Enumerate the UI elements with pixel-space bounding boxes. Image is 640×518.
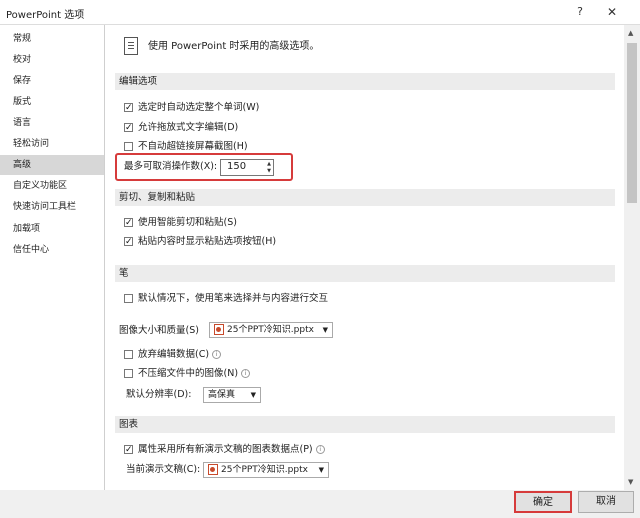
- pen-select-label: 默认情况下，使用笔来选择并与内容进行交互: [138, 293, 329, 304]
- paste-options-label: 粘贴内容时显示粘贴选项按钮(H): [138, 236, 277, 247]
- intro-line: 使用 PowerPoint 时采用的高级选项。: [124, 37, 319, 57]
- section-pen: 笔: [115, 265, 615, 282]
- section-editing: 编辑选项: [115, 73, 615, 90]
- info-icon[interactable]: i: [212, 350, 222, 359]
- section-chart: 图表: [115, 416, 615, 433]
- current-doc-label: 当前演示文稿(C):: [126, 464, 201, 475]
- scrollbar-thumb[interactable]: [627, 43, 637, 203]
- image-file-value: 25个PPT冷知识.pptx: [227, 325, 314, 335]
- no-hyperlink-screenshot-label: 不自动超链接屏幕截图(H): [138, 141, 248, 152]
- resolution-dropdown[interactable]: 高保真 ▼: [203, 387, 261, 403]
- sidebar-item-accessibility[interactable]: 轻松访问: [0, 134, 104, 154]
- sidebar-item-save[interactable]: 保存: [0, 71, 104, 91]
- drag-drop-checkbox[interactable]: [124, 120, 133, 136]
- info-icon[interactable]: i: [315, 445, 325, 454]
- title-bar: PowerPoint 选项 ? ✕: [0, 0, 640, 25]
- cancel-button[interactable]: 取消: [578, 491, 634, 513]
- undo-count-spinner[interactable]: 150 ▲ ▼: [220, 159, 274, 176]
- undo-count-value[interactable]: 150: [227, 161, 246, 172]
- no-compress-label: 不压缩文件中的图像(N): [138, 368, 239, 379]
- current-doc-dropdown[interactable]: 25个PPT冷知识.pptx ▼: [203, 462, 329, 478]
- pen-select-option[interactable]: 默认情况下，使用笔来选择并与内容进行交互: [124, 291, 328, 307]
- paste-options-checkbox[interactable]: [124, 234, 133, 250]
- sidebar-item-proofing[interactable]: 校对: [0, 50, 104, 70]
- section-image-quality: 图像大小和质量(S): [119, 325, 199, 336]
- chart-properties-option[interactable]: 属性采用所有新演示文稿的图表数据点(P)i: [124, 442, 325, 458]
- scroll-down-icon[interactable]: ▼: [628, 478, 633, 486]
- advanced-options-panel: 使用 PowerPoint 时采用的高级选项。 编辑选项 选定时自动选定整个单词…: [105, 25, 624, 490]
- resolution-label: 默认分辨率(D):: [126, 389, 192, 400]
- sidebar-item-quick-access-toolbar[interactable]: 快速访问工具栏: [0, 197, 104, 217]
- drag-drop-option[interactable]: 允许拖放式文字编辑(D): [124, 120, 238, 136]
- sidebar-item-general[interactable]: 常规: [0, 29, 104, 49]
- spin-down-icon[interactable]: ▼: [267, 168, 271, 174]
- auto-select-word-label: 选定时自动选定整个单词(W): [138, 102, 260, 113]
- help-button[interactable]: ?: [570, 3, 590, 21]
- sidebar-item-customize-ribbon[interactable]: 自定义功能区: [0, 176, 104, 196]
- discard-edit-checkbox[interactable]: [124, 350, 133, 359]
- close-button[interactable]: ✕: [602, 3, 622, 21]
- pptx-file-icon: [208, 464, 218, 475]
- window-title: PowerPoint 选项: [6, 10, 85, 21]
- scroll-up-icon[interactable]: ▲: [628, 29, 633, 37]
- chart-properties-checkbox[interactable]: [124, 442, 133, 458]
- info-icon[interactable]: i: [241, 369, 251, 378]
- resolution-value: 高保真: [208, 390, 236, 400]
- paste-options-option[interactable]: 粘贴内容时显示粘贴选项按钮(H): [124, 234, 276, 250]
- spin-up-icon[interactable]: ▲: [267, 161, 271, 167]
- sidebar-item-add-ins[interactable]: 加载项: [0, 219, 104, 239]
- undo-label: 最多可取消操作数(X):: [124, 161, 218, 172]
- smart-cut-label: 使用智能剪切和粘贴(S): [138, 217, 237, 228]
- intro-text: 使用 PowerPoint 时采用的高级选项。: [148, 41, 320, 52]
- chevron-down-icon: ▼: [318, 466, 324, 474]
- sidebar-item-layout[interactable]: 版式: [0, 92, 104, 112]
- ok-button[interactable]: 确定: [514, 491, 572, 513]
- no-compress-checkbox[interactable]: [124, 369, 133, 378]
- discard-edit-label: 放弃编辑数据(C): [138, 349, 210, 360]
- sidebar-item-advanced[interactable]: 高级: [0, 155, 104, 175]
- sidebar-item-language[interactable]: 语言: [0, 113, 104, 133]
- smart-cut-option[interactable]: 使用智能剪切和粘贴(S): [124, 215, 237, 231]
- no-hyperlink-screenshot-checkbox[interactable]: [124, 142, 133, 151]
- sidebar-item-trust-center[interactable]: 信任中心: [0, 240, 104, 260]
- drag-drop-label: 允许拖放式文字编辑(D): [138, 122, 239, 133]
- pptx-file-icon: [214, 324, 224, 335]
- chevron-down-icon: ▼: [250, 391, 256, 399]
- vertical-scrollbar[interactable]: ▲ ▼: [624, 25, 640, 490]
- current-doc-value: 25个PPT冷知识.pptx: [221, 465, 308, 475]
- options-document-icon: [124, 37, 138, 55]
- smart-cut-checkbox[interactable]: [124, 215, 133, 231]
- sidebar: 常规 校对 保存 版式 语言 轻松访问 高级 自定义功能区 快速访问工具栏 加载…: [0, 25, 105, 490]
- chart-properties-label: 属性采用所有新演示文稿的图表数据点(P): [138, 444, 313, 455]
- auto-select-word-option[interactable]: 选定时自动选定整个单词(W): [124, 100, 259, 116]
- auto-select-word-checkbox[interactable]: [124, 100, 133, 116]
- pen-select-checkbox[interactable]: [124, 294, 133, 303]
- no-compress-option[interactable]: 不压缩文件中的图像(N) i: [124, 366, 251, 382]
- section-clipboard: 剪切、复制和粘贴: [115, 189, 615, 206]
- image-file-dropdown[interactable]: 25个PPT冷知识.pptx ▼: [209, 322, 333, 338]
- chevron-down-icon: ▼: [322, 326, 328, 334]
- discard-edit-option[interactable]: 放弃编辑数据(C) i: [124, 347, 222, 363]
